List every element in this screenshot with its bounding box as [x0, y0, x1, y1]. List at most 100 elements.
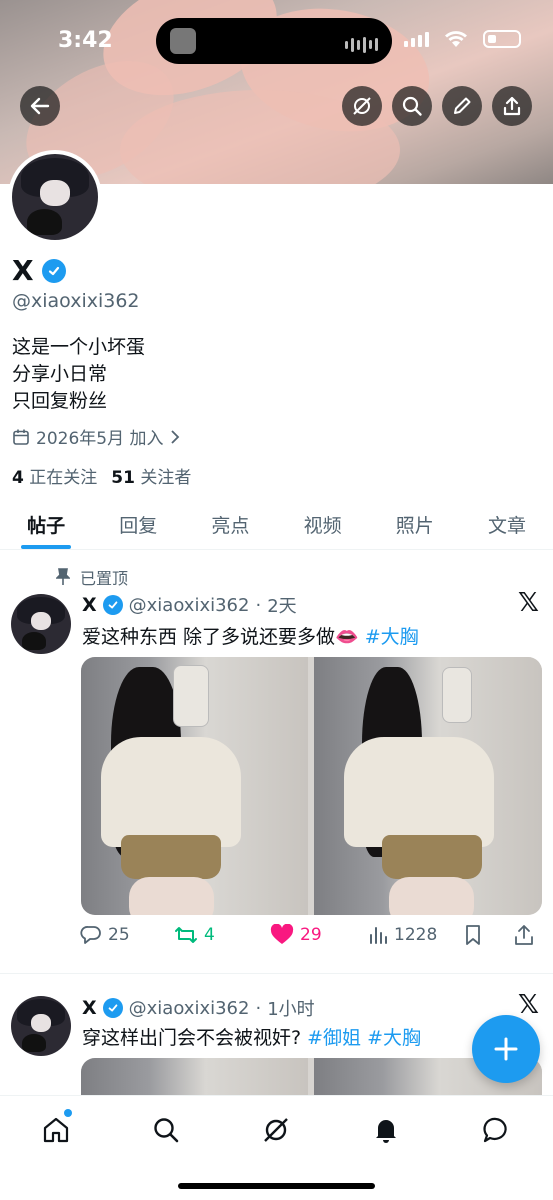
grok-button[interactable] — [342, 86, 382, 126]
x-logo-icon: 𝕏 — [518, 588, 539, 618]
post-actions: 25 4 29 1228 — [80, 924, 544, 946]
cellular-icon — [404, 31, 429, 47]
edit-icon — [454, 97, 471, 114]
post-author-name[interactable]: X — [82, 594, 97, 616]
grok-icon — [353, 97, 371, 115]
post-time[interactable]: 1小时 — [267, 995, 314, 1021]
post-avatar[interactable] — [11, 996, 71, 1056]
share-post-button[interactable] — [514, 924, 544, 946]
verified-badge-icon — [102, 595, 123, 615]
joined-date[interactable]: 2026年5月 加入 — [12, 424, 181, 449]
followers-link[interactable]: 51 关注者 — [111, 463, 191, 488]
search-button[interactable] — [392, 86, 432, 126]
pin-icon — [56, 568, 70, 585]
dynamic-island — [156, 18, 392, 64]
edit-button[interactable] — [442, 86, 482, 126]
repost-icon — [175, 927, 197, 943]
battery-icon — [483, 30, 521, 48]
post-header: X @xiaoxixi362 · 1小时 — [82, 995, 315, 1021]
like-button[interactable]: 29 — [270, 924, 368, 946]
calendar-icon — [13, 429, 29, 445]
x-logo-icon: 𝕏 — [518, 990, 539, 1020]
verified-badge-icon[interactable] — [41, 258, 66, 283]
bio-line: 只回复粉丝 — [12, 390, 108, 412]
share-icon — [503, 96, 521, 116]
plus-icon — [494, 1037, 518, 1061]
display-name: X — [12, 254, 34, 287]
reply-icon — [80, 926, 101, 944]
hashtag-link[interactable]: #大胸 — [367, 1027, 421, 1049]
nav-search[interactable] — [146, 1110, 186, 1150]
heart-icon — [270, 924, 294, 944]
profile-avatar[interactable] — [8, 150, 102, 244]
nav-home[interactable] — [36, 1109, 76, 1150]
post-photo[interactable] — [81, 657, 308, 915]
pinned-indicator: 已置顶 — [56, 565, 128, 589]
profile-name-row: X — [12, 254, 66, 287]
verified-badge-icon — [102, 998, 123, 1018]
hashtag-link[interactable]: #御姐 — [307, 1027, 361, 1049]
tab-posts[interactable]: 帖子 — [0, 500, 92, 549]
bell-icon — [376, 1120, 396, 1143]
search-icon — [154, 1118, 179, 1143]
bookmark-button[interactable] — [464, 924, 514, 946]
joined-label: 2026年5月 加入 — [36, 429, 164, 449]
hashtag-link[interactable]: #大胸 — [365, 626, 419, 648]
nav-messages[interactable] — [476, 1110, 516, 1150]
followers-count: 51 — [111, 468, 135, 488]
reply-count: 25 — [108, 925, 130, 945]
post-text[interactable]: 穿这样出门会不会被视奸? #御姐 #大胸 — [82, 1023, 421, 1050]
app-icon — [170, 28, 196, 54]
search-icon — [402, 96, 422, 116]
post-author-name[interactable]: X — [82, 997, 97, 1019]
post-author-handle: @xiaoxixi362 — [128, 997, 250, 1019]
post-photo[interactable] — [81, 1058, 308, 1098]
repost-button[interactable]: 4 — [174, 924, 270, 946]
compose-post-button[interactable] — [472, 1015, 540, 1083]
view-count: 1228 — [394, 925, 438, 945]
grok-icon — [264, 1118, 288, 1142]
views-button[interactable]: 1228 — [368, 925, 464, 945]
post-media-grid — [81, 657, 542, 915]
profile-tabs: 帖子 回复 亮点 视频 照片 文章 — [0, 500, 553, 550]
tab-highlights[interactable]: 亮点 — [184, 500, 276, 549]
chevron-right-icon — [171, 429, 180, 444]
repost-count: 4 — [204, 925, 215, 945]
share-icon — [515, 925, 533, 945]
nav-notifications[interactable] — [366, 1110, 406, 1150]
notification-dot — [64, 1109, 72, 1117]
like-count: 29 — [300, 925, 322, 945]
profile-bio: 这是一个小坏蛋 分享小日常 只回复粉丝 — [12, 334, 145, 415]
separator-dot: · — [255, 997, 262, 1019]
followers-label: 关注者 — [140, 468, 192, 488]
post-time[interactable]: 2天 — [267, 592, 296, 618]
status-icons — [404, 30, 521, 48]
reply-button[interactable]: 25 — [80, 924, 174, 946]
tab-replies[interactable]: 回复 — [92, 500, 184, 549]
post-body: 爱这种东西 除了多说还要多做👄 — [82, 626, 359, 648]
post-text[interactable]: 爱这种东西 除了多说还要多做👄 #大胸 — [82, 622, 419, 649]
post-media-grid — [81, 1058, 542, 1098]
share-button[interactable] — [492, 86, 532, 126]
tab-articles[interactable]: 文章 — [461, 500, 553, 549]
back-button[interactable] — [20, 86, 60, 126]
pinned-label: 已置顶 — [80, 569, 129, 588]
follow-stats: 4 正在关注 51 关注者 — [12, 463, 191, 488]
messages-icon — [483, 1117, 507, 1143]
tab-videos[interactable]: 视频 — [277, 500, 369, 549]
tab-photos[interactable]: 照片 — [369, 500, 461, 549]
separator-dot: · — [255, 594, 262, 616]
post-photo[interactable] — [314, 657, 542, 915]
wifi-icon — [445, 30, 467, 47]
following-label: 正在关注 — [29, 468, 98, 488]
post-avatar[interactable] — [11, 594, 71, 654]
nav-grok[interactable] — [256, 1110, 296, 1150]
home-indicator — [178, 1183, 375, 1189]
post-divider — [0, 973, 553, 974]
post-body: 穿这样出门会不会被视奸? — [82, 1027, 302, 1049]
following-count: 4 — [12, 468, 24, 488]
status-time: 3:42 — [58, 28, 113, 53]
bio-line: 这是一个小坏蛋 — [12, 336, 146, 358]
views-icon — [370, 927, 387, 944]
following-link[interactable]: 4 正在关注 — [12, 463, 97, 488]
